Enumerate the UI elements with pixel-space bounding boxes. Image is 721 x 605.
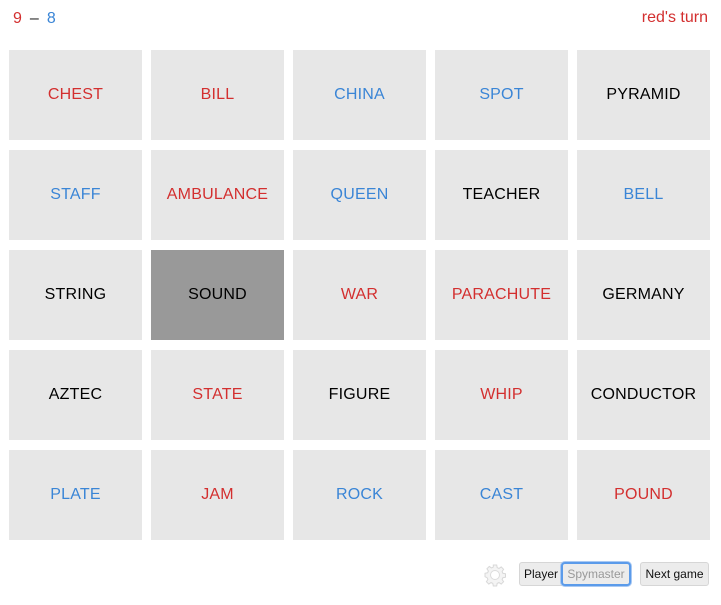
red-score: 9 xyxy=(13,10,22,27)
card-state[interactable]: STATE xyxy=(151,350,284,440)
board: CHEST BILL CHINA SPOT PYRAMID STAFF AMBULANCE Q… xyxy=(9,50,710,540)
card-war[interactable]: WAR xyxy=(293,250,426,340)
gear-icon[interactable] xyxy=(483,563,507,587)
blue-score: 8 xyxy=(46,10,56,27)
card-plate[interactable]: PLATE xyxy=(9,450,142,540)
card-whip[interactable]: WHIP xyxy=(435,350,568,440)
player-button[interactable]: Player xyxy=(519,562,563,586)
card-bill[interactable]: BILL xyxy=(151,50,284,140)
card-figure[interactable]: FIGURE xyxy=(293,350,426,440)
card-jam[interactable]: JAM xyxy=(151,450,284,540)
card-ambulance[interactable]: AMBULANCE xyxy=(151,150,284,240)
card-parachute[interactable]: PARACHUTE xyxy=(435,250,568,340)
card-string[interactable]: STRING xyxy=(9,250,142,340)
card-china[interactable]: CHINA xyxy=(293,50,426,140)
turn-indicator: red's turn xyxy=(641,9,708,26)
card-pyramid[interactable]: PYRAMID xyxy=(577,50,710,140)
card-conductor[interactable]: CONDUCTOR xyxy=(577,350,710,440)
controls-bar: Player Spymaster Next game xyxy=(0,561,721,589)
card-germany[interactable]: GERMANY xyxy=(577,250,710,340)
card-sound[interactable]: SOUND xyxy=(151,250,284,340)
card-cast[interactable]: CAST xyxy=(435,450,568,540)
card-rock[interactable]: ROCK xyxy=(293,450,426,540)
score-separator: – xyxy=(29,10,39,27)
card-aztec[interactable]: AZTEC xyxy=(9,350,142,440)
card-staff[interactable]: STAFF xyxy=(9,150,142,240)
score: 9–8 xyxy=(13,10,56,28)
next-game-button[interactable]: Next game xyxy=(640,562,709,586)
spymaster-button[interactable]: Spymaster xyxy=(561,562,631,586)
card-chest[interactable]: CHEST xyxy=(9,50,142,140)
card-teacher[interactable]: TEACHER xyxy=(435,150,568,240)
card-spot[interactable]: SPOT xyxy=(435,50,568,140)
card-queen[interactable]: QUEEN xyxy=(293,150,426,240)
card-bell[interactable]: BELL xyxy=(577,150,710,240)
card-pound[interactable]: POUND xyxy=(577,450,710,540)
